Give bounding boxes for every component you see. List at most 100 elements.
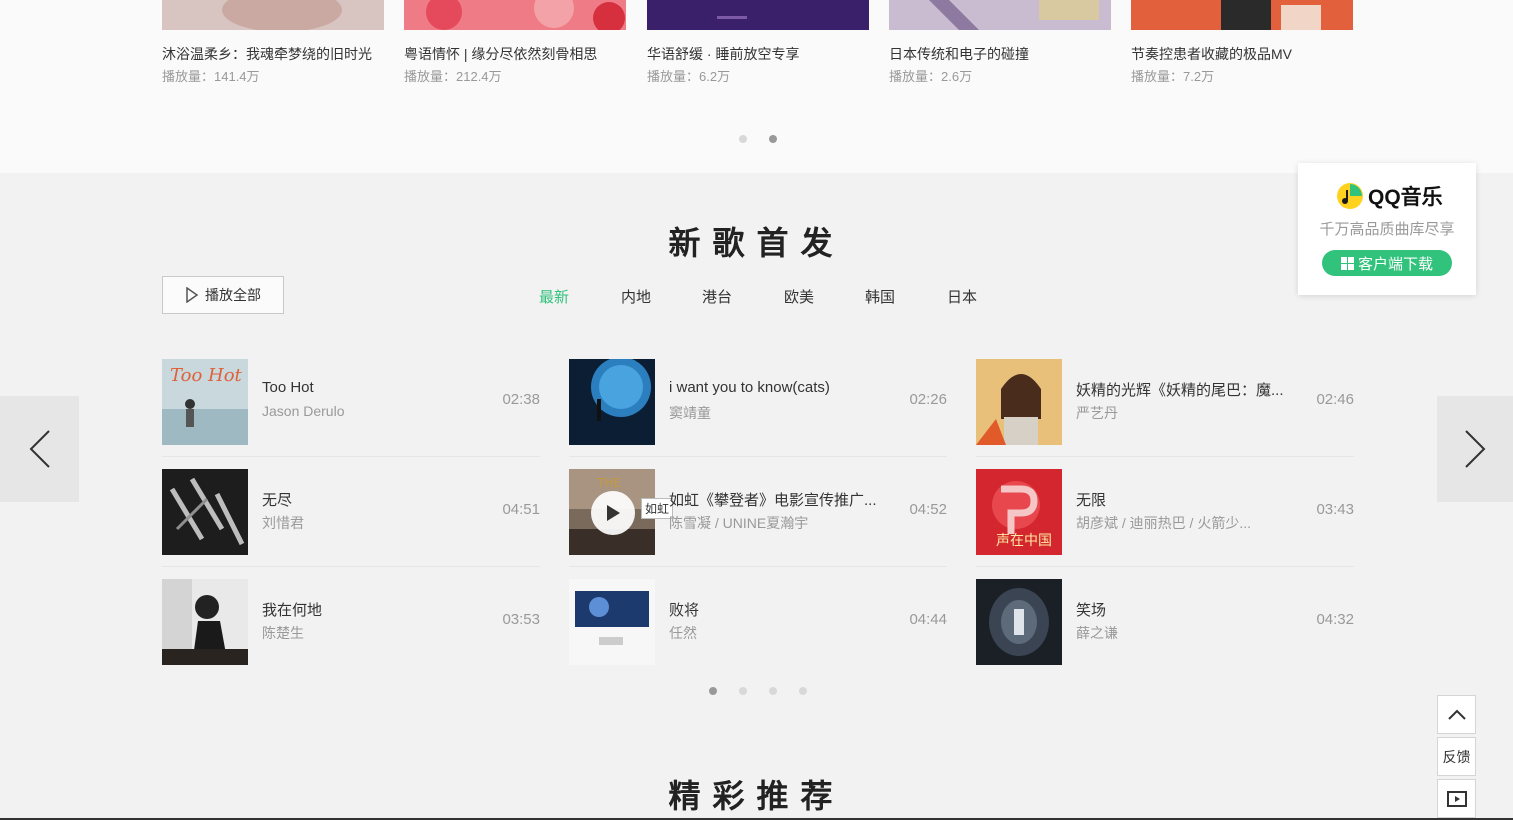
svg-text:THE: THE xyxy=(596,476,621,490)
windows-icon xyxy=(1340,256,1354,270)
section-title: 精彩推荐 xyxy=(668,778,845,814)
song-name[interactable]: 妖精的光辉《妖精的尾巴：魔... xyxy=(1076,379,1284,400)
row-divider xyxy=(976,456,1354,457)
playlist-cover[interactable] xyxy=(1131,0,1353,30)
row-divider xyxy=(976,566,1354,567)
tab-mainland[interactable]: 内地 xyxy=(621,286,651,307)
playlist-play-count: 播放量：6.2万 xyxy=(647,69,731,84)
playlist-cover[interactable] xyxy=(404,0,626,30)
recommend-section: 精彩推荐 xyxy=(0,725,1513,820)
playlist-card[interactable]: 节奏控患者收藏的极品MV 播放量：7.2万 xyxy=(1131,0,1353,84)
back-to-top-button[interactable] xyxy=(1437,695,1476,734)
client-download-button[interactable]: 客户端下载 xyxy=(1322,250,1452,276)
song-cover[interactable] xyxy=(976,359,1062,445)
tab-western[interactable]: 欧美 xyxy=(784,286,814,307)
playlist-play-count: 播放量：2.6万 xyxy=(889,69,973,84)
tab-japan[interactable]: 日本 xyxy=(947,286,977,307)
pagination-dot-active[interactable] xyxy=(709,687,717,695)
song-cover[interactable] xyxy=(976,579,1062,665)
row-divider xyxy=(162,456,540,457)
playlist-cover[interactable] xyxy=(647,0,869,30)
tab-hk-tw[interactable]: 港台 xyxy=(702,286,732,307)
prev-page-button[interactable] xyxy=(0,396,79,502)
section-title: 新歌首发 xyxy=(668,225,845,261)
playlist-card[interactable]: 华语舒缓 · 睡前放空专享 播放量：6.2万 xyxy=(647,0,869,84)
song-name[interactable]: i want you to know(cats) xyxy=(669,379,830,396)
playlist-play-count: 播放量：141.4万 xyxy=(162,69,260,84)
song-artist[interactable]: 严艺丹 xyxy=(1076,403,1118,423)
playlist-title[interactable]: 沐浴温柔乡：我魂牵梦绕的旧时光 xyxy=(162,44,402,64)
row-divider xyxy=(162,566,540,567)
song-item[interactable]: 无尽 刘惜君 04:51 xyxy=(162,469,540,555)
song-artist[interactable]: 薛之谦 xyxy=(1076,623,1118,643)
play-outline-icon xyxy=(186,287,199,303)
video-button[interactable] xyxy=(1437,779,1476,818)
song-cover[interactable]: Too Hot xyxy=(162,359,248,445)
song-artist[interactable]: 陈雪凝 / UNINE夏瀚宇 xyxy=(669,513,808,533)
song-artist[interactable]: 胡彦斌 / 迪丽热巴 / 火箭少... xyxy=(1076,513,1251,533)
tab-latest[interactable]: 最新 xyxy=(539,286,569,307)
song-name[interactable]: 无限 xyxy=(1076,489,1106,510)
playlist-strip: 沐浴温柔乡：我魂牵梦绕的旧时光 播放量：141.4万 粤语情怀 | 缘分尽依然刻… xyxy=(0,0,1513,173)
song-item[interactable]: 妖精的光辉《妖精的尾巴：魔... 严艺丹 02:46 xyxy=(976,359,1354,445)
song-name[interactable]: 无尽 xyxy=(262,489,292,510)
song-duration: 04:52 xyxy=(909,501,947,518)
song-artist[interactable]: Jason Derulo xyxy=(262,403,345,419)
song-cover[interactable] xyxy=(162,469,248,555)
playlist-card[interactable]: 粤语情怀 | 缘分尽依然刻骨相思 播放量：212.4万 xyxy=(404,0,626,84)
playlist-play-count: 播放量：7.2万 xyxy=(1131,69,1215,84)
playlist-cover[interactable] xyxy=(162,0,384,30)
song-name[interactable]: 笑场 xyxy=(1076,599,1106,620)
song-artist[interactable]: 刘惜君 xyxy=(262,513,304,533)
song-duration: 03:53 xyxy=(502,611,540,628)
playlist-card[interactable]: 沐浴温柔乡：我魂牵梦绕的旧时光 播放量：141.4万 xyxy=(162,0,384,84)
tab-korea[interactable]: 韩国 xyxy=(865,286,895,307)
playlist-title[interactable]: 节奏控患者收藏的极品MV xyxy=(1131,44,1371,64)
row-divider xyxy=(569,456,947,457)
song-cover[interactable] xyxy=(162,579,248,665)
svg-text:Too Hot: Too Hot xyxy=(170,365,243,386)
playlist-cover[interactable] xyxy=(889,0,1111,30)
song-name[interactable]: Too Hot xyxy=(262,379,314,396)
pagination-dot[interactable] xyxy=(739,135,747,143)
song-cover[interactable] xyxy=(569,359,655,445)
new-songs-section: 新歌首发 播放全部 最新 内地 港台 欧美 韩国 日本 Too Hot Too … xyxy=(0,173,1513,725)
play-all-button[interactable]: 播放全部 xyxy=(162,276,284,314)
song-cover[interactable] xyxy=(569,579,655,665)
song-artist[interactable]: 陈楚生 xyxy=(262,623,304,643)
song-name[interactable]: 我在何地 xyxy=(262,599,322,620)
playlist-card[interactable]: 日本传统和电子的碰撞 播放量：2.6万 xyxy=(889,0,1111,84)
song-cover[interactable]: 声在中国 xyxy=(976,469,1062,555)
song-duration: 02:26 xyxy=(909,391,947,408)
pagination-dot[interactable] xyxy=(769,687,777,695)
client-download-label: 客户端下载 xyxy=(1357,255,1433,273)
playlist-title[interactable]: 华语舒缓 · 睡前放空专享 xyxy=(647,44,887,64)
song-item[interactable]: 我在何地 陈楚生 03:53 xyxy=(162,579,540,665)
song-artist[interactable]: 任然 xyxy=(669,623,697,643)
song-name[interactable]: 如虹《攀登者》电影宣传推广... xyxy=(669,489,877,510)
pagination-dot[interactable] xyxy=(799,687,807,695)
play-all-label: 播放全部 xyxy=(205,287,261,303)
qq-music-logo: QQ音乐 xyxy=(1336,181,1443,211)
arrow-up-icon xyxy=(1447,709,1466,720)
client-download-promo: QQ音乐 千万高品质曲库尽享 客户端下载 xyxy=(1298,163,1476,295)
playlist-title[interactable]: 粤语情怀 | 缘分尽依然刻骨相思 xyxy=(404,44,644,64)
song-item[interactable]: THE 如虹 如虹《攀登者》电影宣传推广... 陈雪凝 / UNINE夏瀚宇 0… xyxy=(569,469,947,555)
chevron-left-icon xyxy=(29,430,50,468)
playlist-pagination xyxy=(739,135,777,143)
pagination-dot-active[interactable] xyxy=(769,135,777,143)
song-item[interactable]: i want you to know(cats) 窦靖童 02:26 xyxy=(569,359,947,445)
feedback-button[interactable]: 反馈 xyxy=(1437,737,1476,776)
song-item[interactable]: Too Hot Too Hot Jason Derulo 02:38 xyxy=(162,359,540,445)
playlist-title[interactable]: 日本传统和电子的碰撞 xyxy=(889,44,1129,64)
feedback-label: 反馈 xyxy=(1442,748,1471,765)
next-page-button[interactable] xyxy=(1437,396,1513,502)
song-item[interactable]: 败将 任然 04:44 xyxy=(569,579,947,665)
song-item[interactable]: 声在中国 无限 胡彦斌 / 迪丽热巴 / 火箭少... 03:43 xyxy=(976,469,1354,555)
qq-music-logo-icon xyxy=(1337,183,1363,209)
play-button[interactable] xyxy=(591,491,635,535)
song-item[interactable]: 笑场 薛之谦 04:32 xyxy=(976,579,1354,665)
pagination-dot[interactable] xyxy=(739,687,747,695)
song-name[interactable]: 败将 xyxy=(669,599,699,620)
song-artist[interactable]: 窦靖童 xyxy=(669,403,711,423)
